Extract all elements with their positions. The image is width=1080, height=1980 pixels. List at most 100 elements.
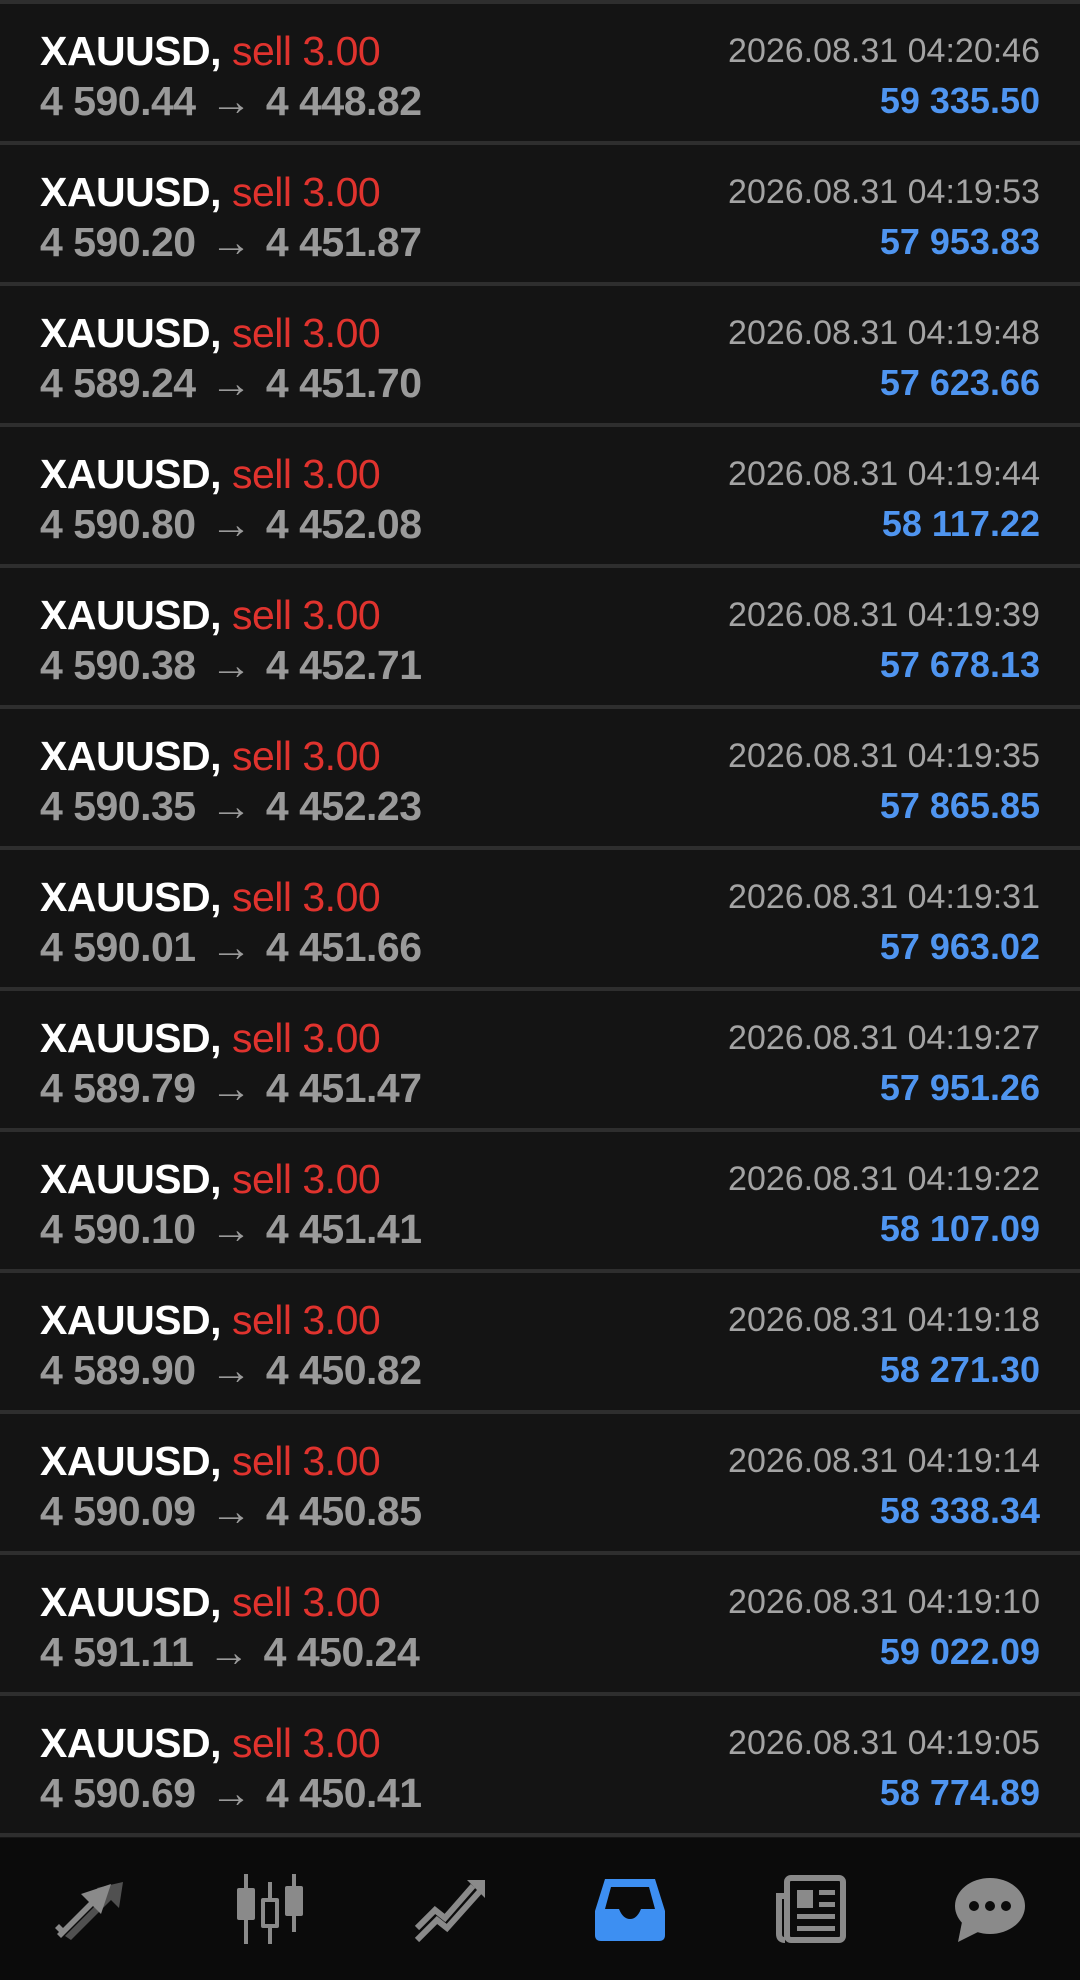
deal-close-price: 4 450.85 xyxy=(265,1488,422,1534)
deal-side: sell xyxy=(231,1438,292,1484)
arrow-right-icon: → xyxy=(210,78,252,124)
deal-symbol: XAUUSD, xyxy=(40,1015,222,1061)
arrow-right-icon: → xyxy=(210,219,252,265)
deal-row[interactable]: XAUUSD, sell 3.00 4 590.44 → 4 448.82 20… xyxy=(0,4,1080,145)
deal-open-price: 4 590.09 xyxy=(40,1488,196,1534)
deal-side: sell xyxy=(231,592,292,638)
deal-time: 2026.08.31 04:19:18 xyxy=(728,1301,1040,1339)
deal-row[interactable]: XAUUSD, sell 3.00 4 589.79 → 4 451.47 20… xyxy=(0,991,1080,1132)
deal-volume: 3.00 xyxy=(302,28,381,74)
deal-open-price: 4 590.69 xyxy=(40,1770,196,1816)
deal-time: 2026.08.31 04:19:35 xyxy=(728,737,1040,775)
deal-title: XAUUSD, sell 3.00 xyxy=(40,872,422,922)
deal-profit: 58 774.89 xyxy=(879,1772,1040,1813)
deal-main: XAUUSD, sell 3.00 4 590.69 → 4 450.41 xyxy=(40,1718,422,1818)
deal-prices: 4 590.01 → 4 451.66 xyxy=(40,922,422,972)
deal-prices: 4 590.80 → 4 452.08 xyxy=(40,499,422,549)
arrow-right-icon: → xyxy=(210,1488,252,1534)
deal-title: XAUUSD, sell 3.00 xyxy=(40,1436,422,1486)
deal-prices: 4 590.10 → 4 451.41 xyxy=(40,1204,422,1254)
nav-messages[interactable] xyxy=(935,1854,1045,1964)
history-list[interactable]: XAUUSD, sell 3.00 4 590.44 → 4 448.82 20… xyxy=(0,0,1080,1838)
deal-row[interactable]: XAUUSD, sell 3.00 4 590.38 → 4 452.71 20… xyxy=(0,568,1080,709)
deal-volume: 3.00 xyxy=(302,733,381,779)
deal-side: sell xyxy=(231,169,292,215)
deal-meta: 2026.08.31 04:19:48 57 623.66 xyxy=(728,308,1040,408)
deal-close-price: 4 451.41 xyxy=(265,1206,422,1252)
deal-close-price: 4 452.08 xyxy=(265,501,422,547)
deal-volume: 3.00 xyxy=(302,451,381,497)
deal-volume: 3.00 xyxy=(302,592,381,638)
deal-prices: 4 589.24 → 4 451.70 xyxy=(40,358,422,408)
deal-prices: 4 591.11 → 4 450.24 xyxy=(40,1627,420,1677)
nav-quotes[interactable] xyxy=(35,1854,145,1964)
deal-title: XAUUSD, sell 3.00 xyxy=(40,1577,419,1627)
deal-profit: 59 335.50 xyxy=(879,80,1040,121)
deal-open-price: 4 589.79 xyxy=(40,1065,196,1111)
nav-history[interactable] xyxy=(575,1854,685,1964)
deal-open-price: 4 591.11 xyxy=(40,1629,194,1675)
deal-symbol: XAUUSD, xyxy=(40,310,222,356)
deal-open-price: 4 590.80 xyxy=(40,501,196,547)
deal-profit: 57 953.83 xyxy=(879,221,1040,262)
deal-row[interactable]: XAUUSD, sell 3.00 4 590.80 → 4 452.08 20… xyxy=(0,427,1080,568)
deal-row[interactable]: XAUUSD, sell 3.00 4 590.69 → 4 450.41 20… xyxy=(0,1696,1080,1837)
nav-chart[interactable] xyxy=(215,1854,325,1964)
deal-row[interactable]: XAUUSD, sell 3.00 4 590.35 → 4 452.23 20… xyxy=(0,709,1080,850)
deal-close-price: 4 451.87 xyxy=(265,219,422,265)
deal-row[interactable]: XAUUSD, sell 3.00 4 589.90 → 4 450.82 20… xyxy=(0,1273,1080,1414)
deal-main: XAUUSD, sell 3.00 4 589.90 → 4 450.82 xyxy=(40,1295,422,1395)
deal-time: 2026.08.31 04:19:44 xyxy=(728,455,1040,493)
arrow-right-icon: → xyxy=(208,1629,249,1675)
chart-icon xyxy=(237,1874,303,1944)
deal-open-price: 4 589.90 xyxy=(40,1347,196,1393)
deal-meta: 2026.08.31 04:19:44 58 117.22 xyxy=(728,449,1040,549)
arrow-right-icon: → xyxy=(210,501,252,547)
deal-meta: 2026.08.31 04:20:46 59 335.50 xyxy=(728,26,1040,126)
deal-open-price: 4 590.35 xyxy=(40,783,196,829)
deal-main: XAUUSD, sell 3.00 4 590.80 → 4 452.08 xyxy=(40,449,422,549)
history-icon xyxy=(595,1879,665,1941)
deal-row[interactable]: XAUUSD, sell 3.00 4 590.01 → 4 451.66 20… xyxy=(0,850,1080,991)
deal-row[interactable]: XAUUSD, sell 3.00 4 590.09 → 4 450.85 20… xyxy=(0,1414,1080,1555)
deal-symbol: XAUUSD, xyxy=(40,592,222,638)
deal-meta: 2026.08.31 04:19:53 57 953.83 xyxy=(728,167,1040,267)
nav-trade[interactable] xyxy=(395,1854,505,1964)
deal-row[interactable]: XAUUSD, sell 3.00 4 590.20 → 4 451.87 20… xyxy=(0,145,1080,286)
deal-open-price: 4 590.01 xyxy=(40,924,196,970)
deal-time: 2026.08.31 04:20:46 xyxy=(728,32,1040,70)
deal-volume: 3.00 xyxy=(302,1579,381,1625)
deal-row[interactable]: XAUUSD, sell 3.00 4 591.11 → 4 450.24 20… xyxy=(0,1555,1080,1696)
deal-main: XAUUSD, sell 3.00 4 590.01 → 4 451.66 xyxy=(40,872,422,972)
quotes-icon xyxy=(55,1882,123,1940)
deal-row[interactable]: XAUUSD, sell 3.00 4 590.10 → 4 451.41 20… xyxy=(0,1132,1080,1273)
deal-profit: 58 271.30 xyxy=(879,1349,1040,1390)
arrow-right-icon: → xyxy=(210,924,252,970)
deal-open-price: 4 590.44 xyxy=(40,78,196,124)
deal-title: XAUUSD, sell 3.00 xyxy=(40,167,422,217)
deal-prices: 4 590.35 → 4 452.23 xyxy=(40,781,422,831)
deal-main: XAUUSD, sell 3.00 4 590.44 → 4 448.82 xyxy=(40,26,422,126)
deal-meta: 2026.08.31 04:19:27 57 951.26 xyxy=(728,1013,1040,1113)
deal-volume: 3.00 xyxy=(302,1438,381,1484)
deal-symbol: XAUUSD, xyxy=(40,1579,222,1625)
deal-time: 2026.08.31 04:19:14 xyxy=(728,1442,1040,1480)
deal-title: XAUUSD, sell 3.00 xyxy=(40,308,422,358)
deal-meta: 2026.08.31 04:19:22 58 107.09 xyxy=(728,1154,1040,1254)
deal-title: XAUUSD, sell 3.00 xyxy=(40,731,422,781)
deal-meta: 2026.08.31 04:19:31 57 963.02 xyxy=(728,872,1040,972)
deal-volume: 3.00 xyxy=(302,1720,381,1766)
deal-side: sell xyxy=(231,733,292,779)
deal-time: 2026.08.31 04:19:48 xyxy=(728,314,1040,352)
arrow-right-icon: → xyxy=(210,1065,252,1111)
deal-row[interactable]: XAUUSD, sell 3.00 4 589.24 → 4 451.70 20… xyxy=(0,286,1080,427)
deal-title: XAUUSD, sell 3.00 xyxy=(40,1154,422,1204)
deal-meta: 2026.08.31 04:19:05 58 774.89 xyxy=(728,1718,1040,1818)
nav-news[interactable] xyxy=(755,1854,865,1964)
deal-prices: 4 589.90 → 4 450.82 xyxy=(40,1345,422,1395)
deal-prices: 4 590.69 → 4 450.41 xyxy=(40,1768,422,1818)
deal-close-price: 4 450.24 xyxy=(263,1629,420,1675)
deal-main: XAUUSD, sell 3.00 4 590.09 → 4 450.85 xyxy=(40,1436,422,1536)
deal-symbol: XAUUSD, xyxy=(40,1297,222,1343)
deal-side: sell xyxy=(231,1720,292,1766)
